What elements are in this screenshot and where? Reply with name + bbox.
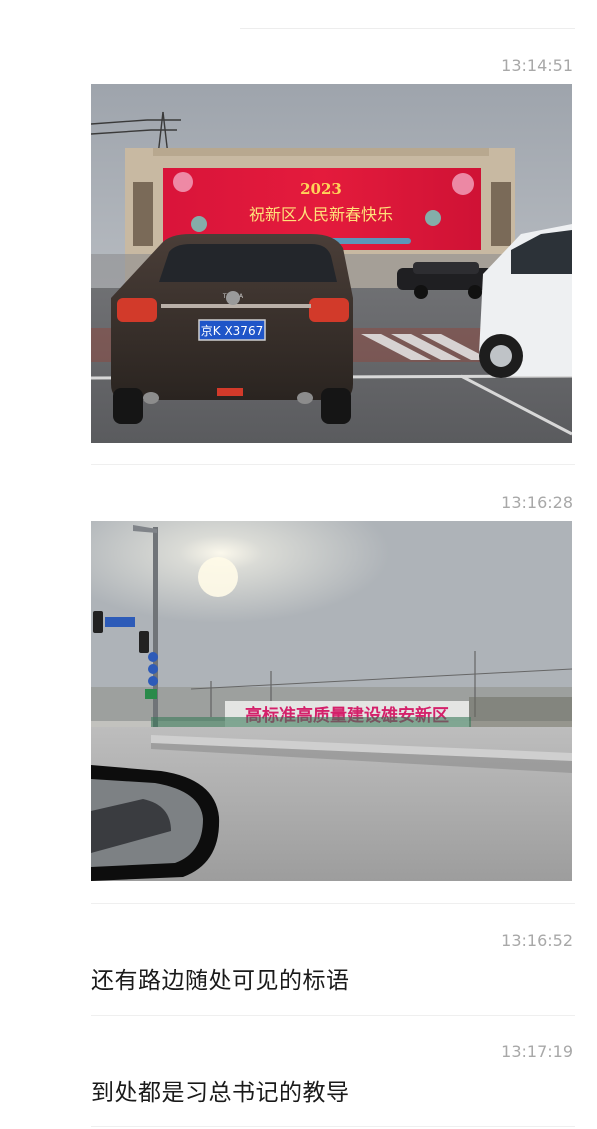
- message-divider: [91, 464, 575, 465]
- message-photo-slogan[interactable]: 高标准高质量建设雄安新区: [91, 521, 572, 881]
- message-text: 到处都是习总书记的教导: [91, 1080, 350, 1106]
- message-timestamp: 13:17:19: [501, 1042, 573, 1061]
- message-photo-billboard[interactable]: 2023 祝新区人民新春快乐 京K X3767: [91, 84, 572, 443]
- banner-year: 2023: [300, 180, 342, 198]
- message-timestamp: 13:16:52: [501, 931, 573, 950]
- message-divider: [91, 1015, 575, 1016]
- message-divider: [91, 903, 575, 904]
- svg-text:京K X3767: 京K X3767: [201, 324, 263, 338]
- banner-greeting: 祝新区人民新春快乐: [249, 205, 393, 224]
- message-timestamp: 13:16:28: [501, 493, 573, 512]
- sun: [198, 557, 238, 597]
- message-text: 还有路边随处可见的标语: [91, 968, 350, 994]
- sedan-car: TEANA 京K X3767: [111, 234, 353, 424]
- top-divider: [240, 28, 575, 29]
- message-timestamp: 13:14:51: [501, 56, 573, 75]
- message-divider: [91, 1126, 575, 1127]
